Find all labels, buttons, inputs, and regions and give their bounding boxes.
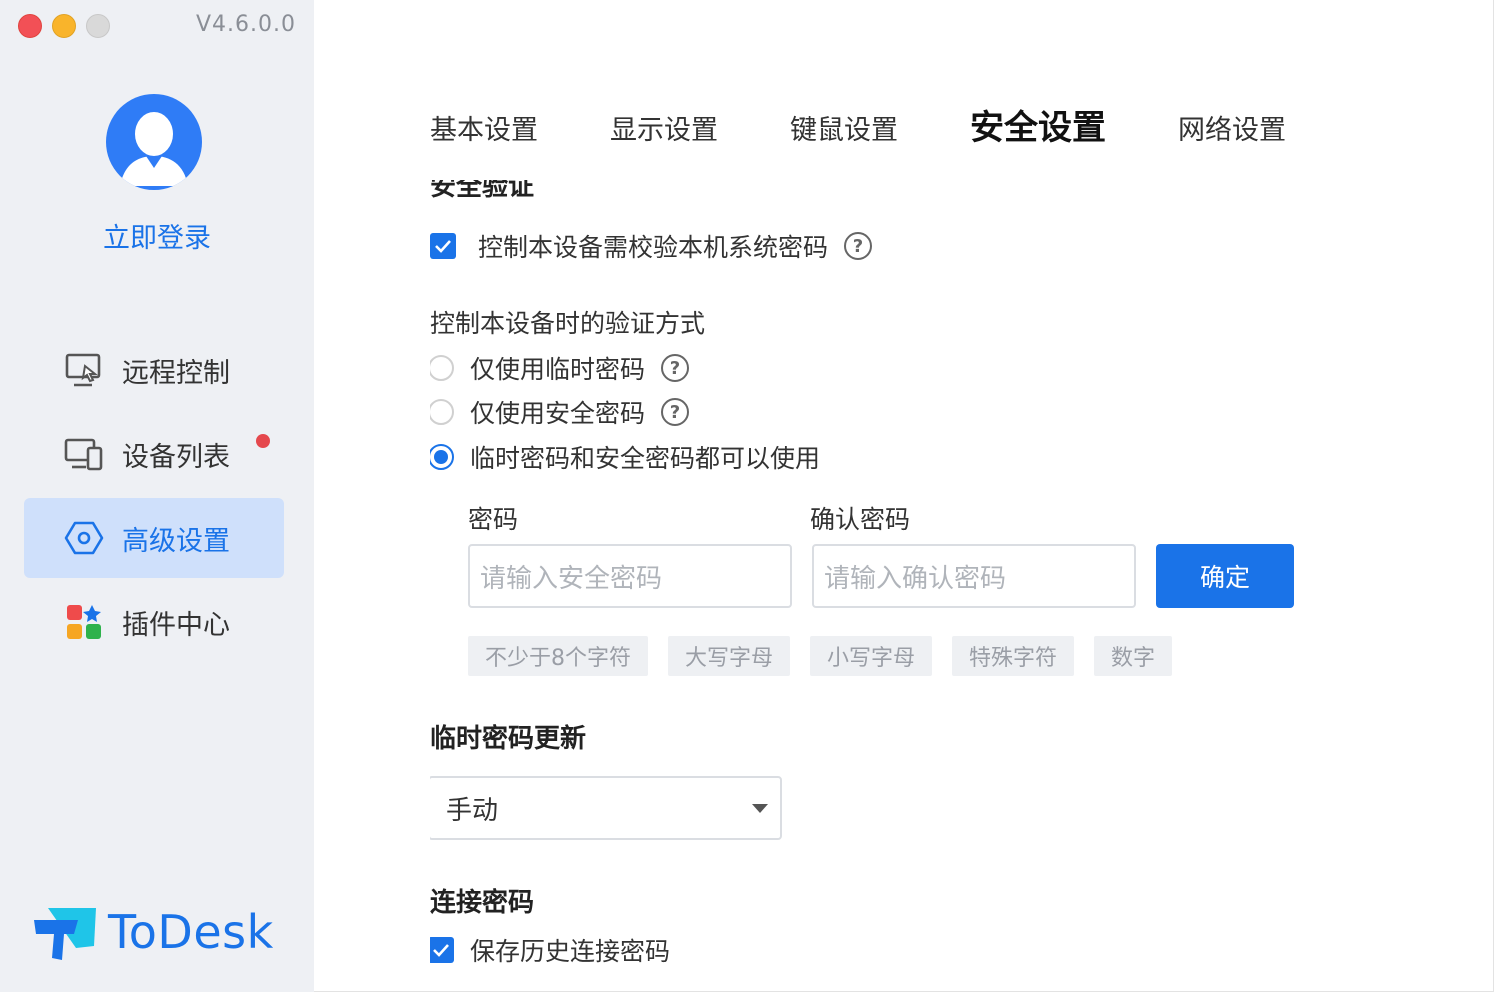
avatar[interactable] xyxy=(106,94,202,190)
settings-tabs: 基本设置 显示设置 键鼠设置 安全设置 网络设置 xyxy=(430,100,1358,149)
password-rules: 不少于8个字符 大写字母 小写字母 特殊字符 数字 xyxy=(468,636,1173,676)
section-title-security-verify: 安全验证 xyxy=(430,180,535,202)
plugin-center-icon xyxy=(64,602,104,642)
radio-row-both: 临时密码和安全密码都可以使用 xyxy=(430,439,820,475)
radio-row-secure-only: 仅使用安全密码 ? xyxy=(430,394,690,430)
check-icon xyxy=(435,240,451,253)
chevron-down-icon xyxy=(752,804,768,813)
radio-row-temp-only: 仅使用临时密码 ? xyxy=(430,350,690,386)
check-icon xyxy=(433,944,449,957)
help-icon[interactable]: ? xyxy=(661,398,690,426)
verify-method-title: 控制本设备时的验证方式 xyxy=(430,309,706,338)
rule-chip: 特殊字符 xyxy=(952,636,1075,676)
sidebar-item-device-list[interactable]: 设备列表 xyxy=(24,414,284,494)
zoom-window-button[interactable] xyxy=(86,14,110,38)
remote-control-icon xyxy=(64,350,104,390)
radio-temp-password-only[interactable] xyxy=(430,355,454,381)
todesk-logo-icon xyxy=(34,908,96,960)
select-value: 手动 xyxy=(446,795,499,826)
sidebar-item-label: 高级设置 xyxy=(122,525,230,557)
help-icon[interactable]: ? xyxy=(661,354,690,382)
security-settings-content[interactable]: 安全验证 控制本设备需校验本机系统密码 ? 控制本设备时的验证方式 仅使用临时密… xyxy=(430,180,1430,992)
brand: ToDesk xyxy=(34,904,274,960)
sidebar-item-advanced-settings[interactable]: 高级设置 xyxy=(24,498,284,578)
sidebar-item-label: 设备列表 xyxy=(122,441,230,473)
radio-label: 临时密码和安全密码都可以使用 xyxy=(470,444,821,473)
confirm-password-label: 确认密码 xyxy=(810,505,911,534)
brand-name: ToDesk xyxy=(108,905,274,959)
login-link[interactable]: 立即登录 xyxy=(0,216,314,255)
rule-chip: 大写字母 xyxy=(668,636,791,676)
rule-chip: 小写字母 xyxy=(810,636,933,676)
tab-network[interactable]: 网络设置 xyxy=(1178,108,1286,147)
radio-label: 仅使用安全密码 xyxy=(470,399,646,428)
device-list-icon xyxy=(64,434,104,474)
help-icon[interactable]: ? xyxy=(844,232,873,260)
save-history-checkbox[interactable] xyxy=(430,937,454,963)
connection-password-title: 连接密码 xyxy=(430,888,535,918)
tab-display[interactable]: 显示设置 xyxy=(610,108,718,147)
app-window: V4.6.0.0 立即登录 远程控制 设备列表 高级设置 插件中心 ToDesk… xyxy=(0,0,1494,992)
window-controls xyxy=(18,14,110,38)
tab-keyboard-mouse[interactable]: 键鼠设置 xyxy=(790,108,898,147)
save-history-row: 保存历史连接密码 xyxy=(430,932,670,968)
user-avatar-icon xyxy=(120,112,188,186)
rule-chip: 不少于8个字符 xyxy=(468,636,648,676)
verify-system-password-label: 控制本设备需校验本机系统密码 xyxy=(478,233,829,262)
rule-chip: 数字 xyxy=(1094,636,1173,676)
password-label: 密码 xyxy=(468,505,519,534)
sidebar-item-label: 插件中心 xyxy=(122,609,230,641)
radio-secure-password-only[interactable] xyxy=(430,399,454,425)
sidebar: V4.6.0.0 立即登录 远程控制 设备列表 高级设置 插件中心 ToDesk xyxy=(0,0,314,992)
confirm-password-button[interactable]: 确定 xyxy=(1156,544,1294,608)
tab-basic[interactable]: 基本设置 xyxy=(430,108,538,147)
temp-password-update-title: 临时密码更新 xyxy=(430,724,587,754)
sidebar-item-plugin-center[interactable]: 插件中心 xyxy=(24,582,284,662)
radio-label: 仅使用临时密码 xyxy=(470,355,646,384)
notification-badge xyxy=(256,434,270,448)
app-version: V4.6.0.0 xyxy=(195,12,296,37)
sidebar-item-label: 远程控制 xyxy=(122,357,230,389)
minimize-window-button[interactable] xyxy=(52,14,76,38)
close-window-button[interactable] xyxy=(18,14,42,38)
sidebar-item-remote-control[interactable]: 远程控制 xyxy=(24,330,284,410)
sidebar-nav: 远程控制 设备列表 高级设置 插件中心 xyxy=(24,330,284,666)
radio-both-passwords[interactable] xyxy=(430,444,454,470)
confirm-password-input[interactable]: 请输入确认密码 xyxy=(812,544,1136,608)
verify-system-password-row: 控制本设备需校验本机系统密码 ? xyxy=(430,228,873,264)
password-input[interactable]: 请输入安全密码 xyxy=(468,544,792,608)
advanced-settings-icon xyxy=(64,518,104,558)
save-history-label: 保存历史连接密码 xyxy=(470,937,671,966)
tab-security[interactable]: 安全设置 xyxy=(970,100,1106,149)
temp-password-update-select[interactable]: 手动 xyxy=(430,776,782,840)
verify-system-password-checkbox[interactable] xyxy=(430,233,456,259)
main-panel: 基本设置 显示设置 键鼠设置 安全设置 网络设置 安全验证 控制本设备需校验本机… xyxy=(314,0,1494,992)
